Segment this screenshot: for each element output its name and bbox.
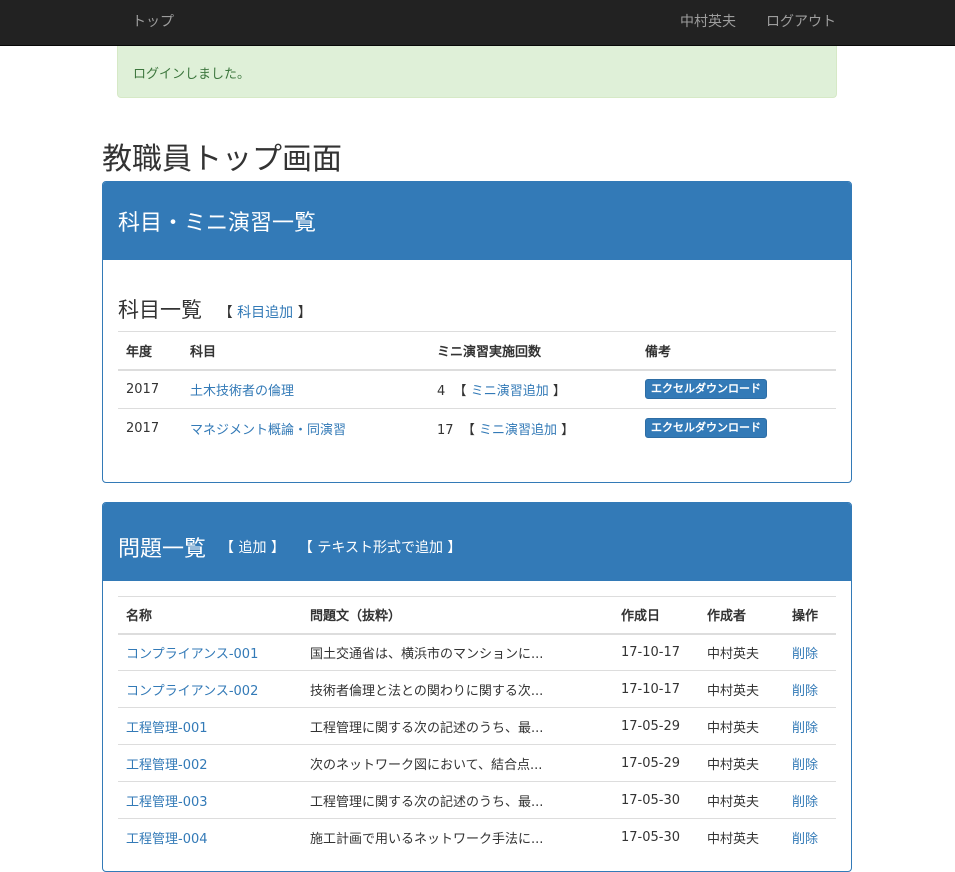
- nav-logout-link[interactable]: ログアウト: [766, 11, 836, 31]
- course-row: 2017 マネジメント概論・同演習 17 【 ミニ演習追加 】 エクセルダウンロ…: [118, 408, 836, 448]
- problem-row: 工程管理-003 工程管理に関する次の記述のうち、最... 17-05-30 中…: [118, 781, 836, 819]
- problem-excerpt: 工程管理に関する次の記述のうち、最...: [302, 781, 613, 819]
- alert-message: ログインしました。: [133, 67, 251, 82]
- problem-author: 中村英夫: [699, 818, 784, 856]
- add-exercise-link[interactable]: ミニ演習追加: [479, 423, 557, 438]
- course-link[interactable]: 土木技術者の倫理: [190, 384, 294, 399]
- problems-panel: 問題一覧 【 追加 】 【 テキスト形式で追加 】 名称 問題文（抜粋） 作成日…: [102, 502, 852, 872]
- col-exercise-count: ミニ演習実施回数: [429, 331, 637, 371]
- problem-date: 17-05-29: [613, 744, 699, 782]
- delete-link[interactable]: 削除: [792, 721, 818, 736]
- delete-link[interactable]: 削除: [792, 795, 818, 810]
- add-course-wrapper: 【 科目追加 】: [218, 305, 312, 321]
- nav-home-link[interactable]: トップ: [132, 11, 174, 31]
- courses-panel-heading: 科目・ミニ演習一覧: [103, 182, 851, 260]
- exercise-count: 17: [437, 422, 454, 438]
- delete-link[interactable]: 削除: [792, 684, 818, 699]
- problem-excerpt: 施工計画で用いるネットワーク手法に...: [302, 818, 613, 856]
- nav-right: 中村英夫 ログアウト: [680, 11, 836, 31]
- problem-table-header: 名称 問題文（抜粋） 作成日 作成者 操作: [118, 596, 836, 635]
- problem-date: 17-10-17: [613, 670, 699, 708]
- col-notes: 備考: [637, 331, 836, 371]
- nav-user-link[interactable]: 中村英夫: [680, 11, 736, 31]
- course-table: 年度 科目 ミニ演習実施回数 備考 2017 土木技術者の倫理 4 【 ミニ演習…: [118, 331, 836, 448]
- problem-date: 17-10-17: [621, 644, 681, 660]
- excel-download-button[interactable]: エクセルダウンロード: [645, 379, 767, 400]
- courses-panel-body: 科目一覧 【 科目追加 】 年度 科目 ミニ演習実施回数 備考 2017 土木技…: [103, 260, 851, 448]
- problems-panel-title: 問題一覧: [118, 537, 207, 562]
- exercise-count-cell: 17 【 ミニ演習追加 】: [429, 408, 637, 448]
- problem-author: 中村英夫: [699, 744, 784, 782]
- login-success-alert: ログインしました。: [117, 46, 837, 98]
- courses-panel-title: 科目・ミニ演習一覧: [118, 211, 317, 236]
- problem-excerpt: 技術者倫理と法との関わりに関する次...: [302, 670, 613, 708]
- add-course-link[interactable]: 科目追加: [237, 305, 293, 321]
- exercise-count: 4: [437, 383, 446, 399]
- page-title: 教職員トップ画面: [102, 142, 342, 177]
- problem-name-link[interactable]: 工程管理-004: [126, 832, 208, 847]
- problem-excerpt: 次のネットワーク図において、結合点...: [302, 744, 613, 782]
- col-course: 科目: [182, 331, 429, 371]
- course-link[interactable]: マネジメント概論・同演習: [190, 423, 346, 438]
- problem-author: 中村英夫: [699, 670, 784, 708]
- delete-link[interactable]: 削除: [792, 758, 818, 773]
- course-row: 2017 土木技術者の倫理 4 【 ミニ演習追加 】 エクセルダウンロード: [118, 370, 836, 409]
- problem-name-link[interactable]: 工程管理-003: [126, 795, 208, 810]
- problems-panel-heading: 問題一覧 【 追加 】 【 テキスト形式で追加 】: [103, 503, 851, 581]
- excel-download-button[interactable]: エクセルダウンロード: [645, 418, 767, 439]
- course-table-header: 年度 科目 ミニ演習実施回数 備考: [118, 331, 836, 371]
- problem-table: 名称 問題文（抜粋） 作成日 作成者 操作 コンプライアンス-001 国土交通省…: [118, 596, 836, 856]
- courses-panel: 科目・ミニ演習一覧 科目一覧 【 科目追加 】 年度 科目 ミニ演習実施回数 備…: [102, 181, 852, 483]
- exercise-count-cell: 4 【 ミニ演習追加 】: [437, 383, 566, 399]
- add-problem-wrapper: 【 追加 】: [220, 540, 285, 556]
- problem-row: 工程管理-002 次のネットワーク図において、結合点... 17-05-29 中…: [118, 744, 836, 782]
- problem-excerpt: 国土交通省は、横浜市のマンションに...: [310, 646, 544, 662]
- add-text-problem-link[interactable]: テキスト形式で追加: [317, 540, 443, 556]
- problem-date: 17-05-30: [613, 818, 699, 856]
- col-author: 作成者: [699, 596, 784, 635]
- problem-name-link[interactable]: 工程管理-001: [126, 721, 208, 736]
- add-exercise-link[interactable]: ミニ演習追加: [471, 384, 549, 399]
- delete-link[interactable]: 削除: [792, 832, 818, 847]
- problem-row: 工程管理-001 工程管理に関する次の記述のうち、最... 17-05-29 中…: [118, 707, 836, 745]
- delete-link[interactable]: 削除: [792, 647, 818, 662]
- problem-name-link[interactable]: コンプライアンス-001: [126, 647, 258, 662]
- add-problem-link[interactable]: 追加: [238, 540, 266, 556]
- problem-row: コンプライアンス-002 技術者倫理と法との関わりに関する次... 17-10-…: [118, 670, 836, 708]
- col-date: 作成日: [613, 596, 699, 635]
- problem-name-link[interactable]: コンプライアンス-002: [126, 684, 258, 699]
- problem-row: コンプライアンス-001 国土交通省は、横浜市のマンションに... 17-10-…: [118, 634, 836, 671]
- problems-panel-body: 名称 問題文（抜粋） 作成日 作成者 操作 コンプライアンス-001 国土交通省…: [103, 581, 851, 856]
- problem-excerpt: 工程管理に関する次の記述のうち、最...: [302, 707, 613, 745]
- problem-author: 中村英夫: [699, 781, 784, 819]
- problem-name-link[interactable]: 工程管理-002: [126, 758, 208, 773]
- problem-date: 17-05-29: [613, 707, 699, 745]
- problem-author: 中村英夫: [707, 646, 760, 662]
- problem-author: 中村英夫: [699, 707, 784, 745]
- course-list-title: 科目一覧 【 科目追加 】: [118, 298, 312, 322]
- problem-date: 17-05-30: [613, 781, 699, 819]
- col-name: 名称: [118, 596, 302, 635]
- problem-row: 工程管理-004 施工計画で用いるネットワーク手法に... 17-05-30 中…: [118, 818, 836, 856]
- col-action: 操作: [784, 596, 836, 635]
- add-text-problem-wrapper: 【 テキスト形式で追加 】: [298, 540, 462, 556]
- top-navbar: トップ 中村英夫 ログアウト: [0, 0, 955, 46]
- col-excerpt: 問題文（抜粋）: [302, 596, 613, 635]
- course-year: 2017: [126, 381, 160, 397]
- course-year: 2017: [118, 408, 182, 448]
- col-year: 年度: [118, 331, 182, 371]
